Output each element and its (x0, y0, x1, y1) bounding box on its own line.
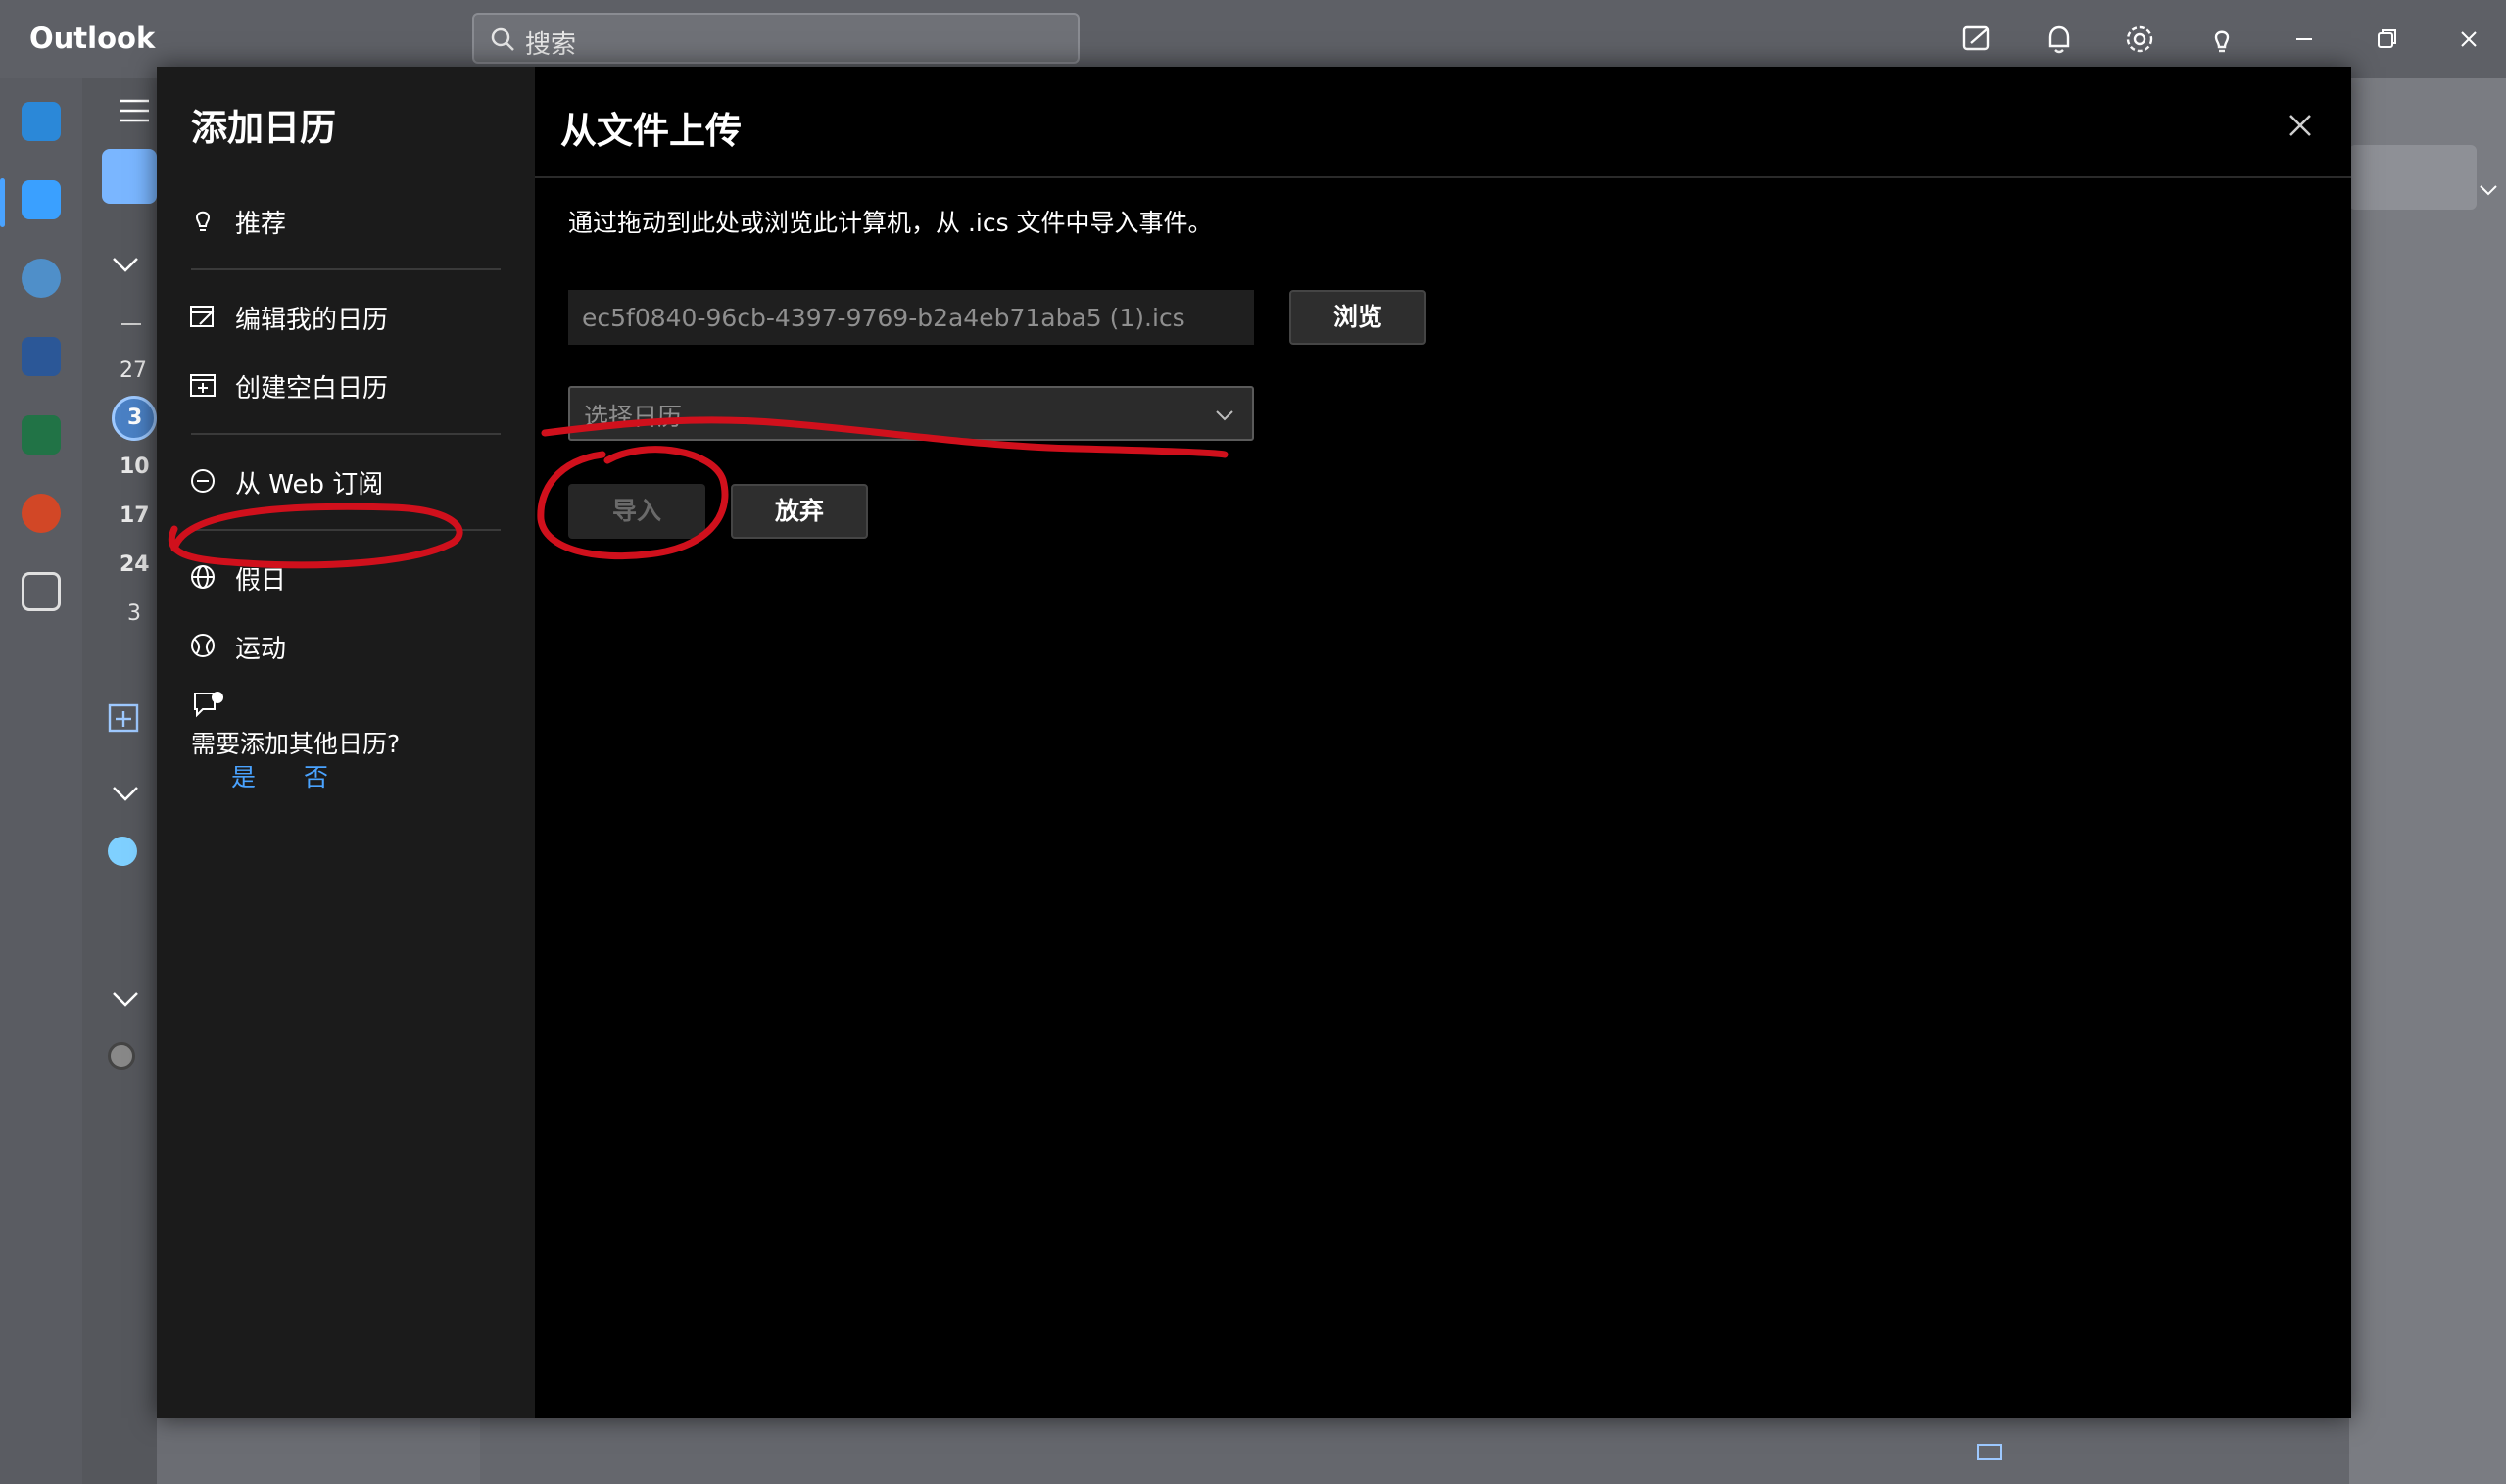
search-icon (491, 27, 514, 51)
menu-item-edit-calendars[interactable]: 编辑我的日历 (188, 290, 511, 345)
feedback-icon (194, 692, 223, 718)
file-name-field[interactable] (568, 290, 1254, 345)
calendar-date[interactable]: 24 (120, 552, 150, 577)
mail-icon[interactable] (22, 102, 61, 141)
restore-icon[interactable] (2369, 22, 2404, 57)
gear-icon[interactable] (2122, 22, 2157, 57)
app-title: Outlook (29, 22, 156, 55)
menu-label: 从 Web 订阅 (235, 470, 384, 500)
calendar-date[interactable]: 17 (120, 503, 150, 528)
word-icon[interactable] (22, 337, 61, 376)
check-icon[interactable] (108, 837, 137, 866)
divider (191, 433, 501, 435)
close-icon[interactable] (2281, 106, 2320, 145)
selected-date[interactable]: 3 (127, 406, 142, 430)
menu-label: 运动 (235, 635, 287, 664)
apps-icon[interactable] (22, 572, 61, 611)
menu-label: 编辑我的日历 (235, 306, 389, 335)
menu-item-subscribe-web[interactable]: 从 Web 订阅 (188, 455, 511, 509)
menu-item-sports[interactable]: 运动 (188, 619, 511, 674)
chevron-down-icon[interactable] (2477, 182, 2500, 198)
calendar-select[interactable]: 选择日历 (568, 386, 1254, 441)
calendar-date[interactable]: 27 (120, 359, 147, 383)
close-window-icon[interactable] (2451, 22, 2486, 57)
chevron-down-icon[interactable] (110, 255, 141, 274)
calendar-nav-pane (82, 78, 157, 1484)
lightbulb-icon (195, 211, 211, 231)
divider (191, 529, 501, 531)
discard-button[interactable]: 放弃 (731, 484, 868, 539)
status-circle-icon[interactable] (108, 1042, 135, 1070)
dialog-sidebar: 添加日历 推荐 编辑我的日历 创建空白日历 从 Web 订阅 假日 运动 需要添… (157, 67, 535, 1418)
header-divider (535, 176, 2351, 178)
new-event-button[interactable] (102, 149, 157, 204)
panel-icon[interactable] (1977, 1444, 2002, 1460)
dialog-title: 从文件上传 (560, 110, 742, 152)
hamburger-icon[interactable] (118, 96, 151, 125)
add-calendar-icon (190, 374, 216, 397)
calendar-select-placeholder: 选择日历 (584, 403, 683, 431)
calendar-date[interactable]: 10 (120, 455, 150, 479)
globe-icon (191, 565, 215, 589)
lightbulb-icon[interactable] (2204, 22, 2240, 57)
edit-calendar-icon (190, 306, 215, 327)
bell-icon[interactable] (2042, 22, 2077, 57)
chevron-down-icon[interactable] (110, 989, 141, 1009)
minimize-icon[interactable] (2287, 22, 2322, 57)
search-placeholder: 搜索 (525, 30, 577, 60)
feedback-yes-link[interactable]: 是 (231, 758, 256, 793)
add-calendar-icon[interactable] (106, 699, 141, 735)
calendar-background (2349, 78, 2506, 1484)
calendar-date[interactable]: 3 (127, 601, 141, 626)
calendar-icon[interactable] (22, 180, 61, 219)
divider (191, 268, 501, 270)
chevron-down-icon[interactable] (110, 784, 141, 803)
powerpoint-icon[interactable] (22, 494, 61, 533)
chevron-down-icon (1216, 410, 1233, 421)
calendar-grid-strip (480, 1418, 2349, 1484)
menu-item-recommended[interactable]: 推荐 (188, 194, 511, 249)
toolbar-area (2349, 145, 2477, 210)
app-rail (0, 78, 82, 1484)
browse-button[interactable]: 浏览 (1289, 290, 1426, 345)
notes-icon[interactable] (1959, 22, 1995, 57)
link-icon (191, 469, 215, 493)
feedback-no-link[interactable]: 否 (304, 758, 328, 793)
people-icon[interactable] (22, 259, 61, 298)
add-calendar-dialog: 添加日历 推荐 编辑我的日历 创建空白日历 从 Web 订阅 假日 运动 需要添… (157, 67, 2351, 1418)
import-button[interactable]: 导入 (568, 484, 705, 539)
menu-item-holidays[interactable]: 假日 (188, 551, 511, 605)
excel-icon[interactable] (22, 415, 61, 455)
active-indicator (0, 178, 5, 227)
separator (121, 323, 141, 325)
feedback-question: 需要添加其他日历? (191, 730, 401, 758)
menu-label: 推荐 (235, 210, 287, 239)
search-box[interactable]: 搜索 (472, 13, 1080, 64)
menu-item-create-blank[interactable]: 创建空白日历 (188, 359, 511, 413)
instruction-text: 通过拖动到此处或浏览此计算机，从 .ics 文件中导入事件。 (568, 209, 1213, 237)
basketball-icon (191, 634, 215, 657)
sidebar-title: 添加日历 (191, 107, 336, 149)
menu-label: 创建空白日历 (235, 374, 389, 404)
menu-label: 假日 (235, 566, 287, 596)
